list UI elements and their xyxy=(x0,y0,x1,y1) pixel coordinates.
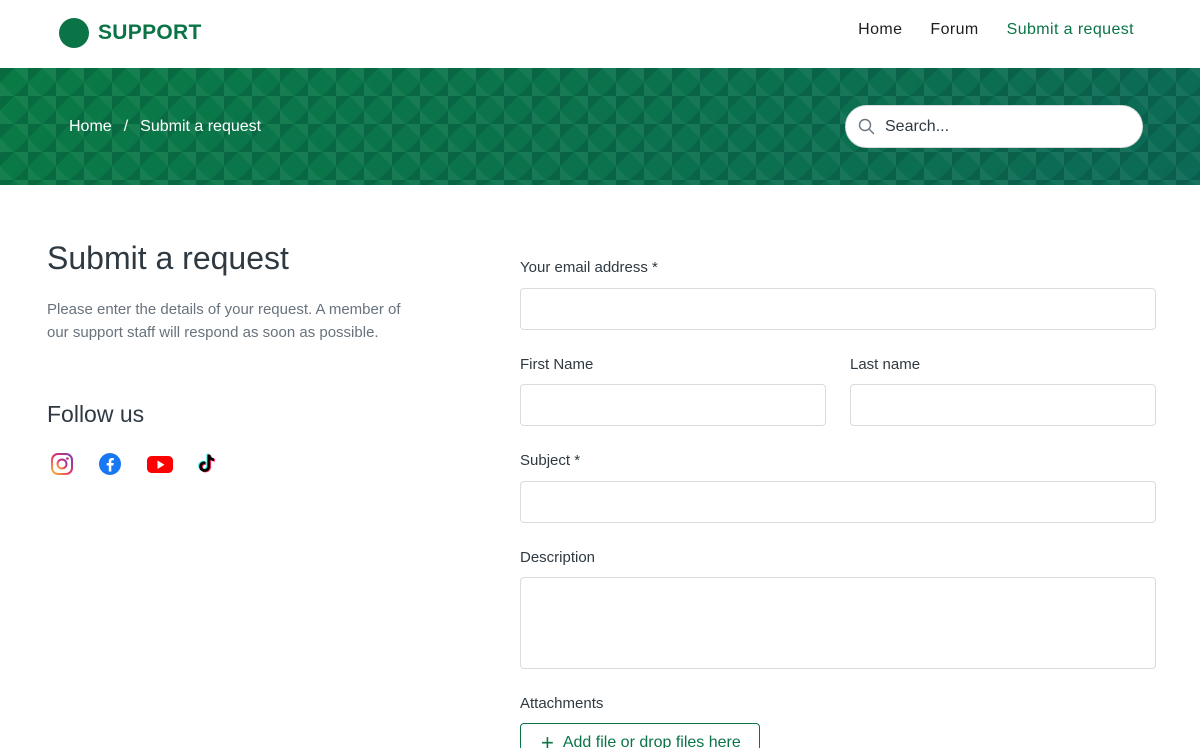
youtube-icon xyxy=(147,456,173,473)
description-label: Description xyxy=(520,549,596,566)
nav-forum[interactable]: Forum xyxy=(930,21,978,39)
add-file-button[interactable]: + Add file or drop files here xyxy=(520,723,760,748)
search-input[interactable] xyxy=(885,117,1125,136)
instagram-icon xyxy=(51,453,73,475)
search-box xyxy=(845,105,1143,148)
email-label: Your email address * xyxy=(520,259,658,276)
top-header: SUPPORT Home Forum Submit a request xyxy=(0,0,1200,68)
attachments-label: Attachments xyxy=(520,695,604,712)
social-links xyxy=(50,452,218,476)
main-nav: Home Forum Submit a request xyxy=(858,21,1134,39)
subject-label: Subject * xyxy=(520,452,581,469)
subject-field[interactable] xyxy=(520,481,1156,523)
first-name-label: First Name xyxy=(520,356,594,373)
first-name-field[interactable] xyxy=(520,384,826,426)
email-field[interactable] xyxy=(520,288,1156,330)
instagram-link[interactable] xyxy=(50,452,74,476)
breadcrumb: Home / Submit a request xyxy=(69,118,261,136)
tiktok-link[interactable] xyxy=(194,452,218,476)
youtube-link[interactable] xyxy=(146,452,173,476)
description-field[interactable] xyxy=(520,577,1156,669)
nav-submit-request[interactable]: Submit a request xyxy=(1007,21,1134,39)
logo-link[interactable]: SUPPORT xyxy=(59,18,202,48)
hero-banner: Home / Submit a request xyxy=(0,68,1200,185)
intro-text: Please enter the details of your request… xyxy=(47,301,401,341)
follow-us-heading: Follow us xyxy=(47,401,145,427)
logo-mark xyxy=(59,18,89,48)
breadcrumb-home[interactable]: Home xyxy=(69,118,112,136)
search-icon xyxy=(858,118,875,135)
logo-text: SUPPORT xyxy=(98,21,202,44)
add-file-label: Add file or drop files here xyxy=(562,734,741,748)
facebook-icon xyxy=(99,453,121,475)
tiktok-icon xyxy=(198,453,215,473)
page-title: Submit a request xyxy=(47,240,289,276)
breadcrumb-separator: / xyxy=(123,118,129,135)
facebook-link[interactable] xyxy=(98,452,122,476)
last-name-label: Last name xyxy=(850,356,921,373)
last-name-field[interactable] xyxy=(850,384,1156,426)
nav-home[interactable]: Home xyxy=(858,21,902,39)
plus-icon: + xyxy=(541,730,554,748)
breadcrumb-current[interactable]: Submit a request xyxy=(140,118,261,136)
